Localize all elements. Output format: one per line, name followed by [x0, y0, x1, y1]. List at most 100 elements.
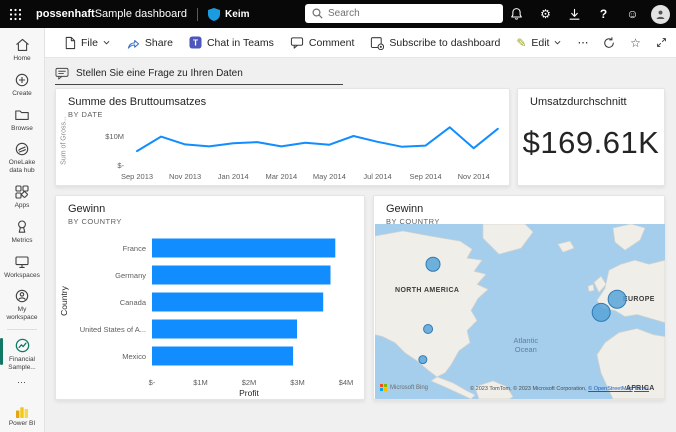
create-plus-icon — [14, 72, 30, 88]
bar-united-states-of-a[interactable] — [152, 320, 297, 339]
owner-chip[interactable]: Keim — [208, 8, 249, 21]
svg-text:Mexico: Mexico — [122, 352, 146, 361]
svg-text:Sep 2013: Sep 2013 — [121, 172, 153, 181]
subscribe-label: Subscribe to dashboard — [389, 37, 500, 49]
sidebar-label: Create — [12, 90, 32, 98]
comment-icon — [290, 36, 304, 49]
microsoft-logo — [380, 384, 387, 391]
edit-button[interactable]: ✎ Edit — [508, 33, 569, 53]
tile-profit-map[interactable]: Gewinn BY COUNTRY — [373, 195, 665, 400]
svg-text:$1M: $1M — [193, 378, 208, 387]
sidebar-label: Workspaces — [4, 272, 40, 280]
chat-in-teams-button[interactable]: T Chat in Teams — [181, 33, 282, 52]
map-bubble-united-states-of-america[interactable] — [424, 324, 433, 333]
svg-text:Sep 2014: Sep 2014 — [410, 172, 442, 181]
sidebar-label: Financial Sample... — [2, 356, 42, 372]
settings-gear-icon[interactable]: ⚙ — [531, 8, 560, 20]
sidebar-label: OneLake data hub — [2, 159, 42, 175]
dashboard-title: possenhaftSample dashboard — [36, 8, 187, 20]
bar-canada[interactable] — [152, 293, 323, 312]
teams-icon: T — [189, 36, 202, 49]
subscribe-button[interactable]: Subscribe to dashboard — [362, 33, 508, 53]
download-icon[interactable] — [560, 8, 589, 21]
notifications-icon[interactable] — [502, 7, 531, 21]
left-nav-sidebar: Home Create Browse OneLake data hub Apps — [0, 28, 45, 432]
file-label: File — [81, 37, 98, 49]
tile-title: Gewinn — [386, 203, 423, 215]
edit-label: Edit — [531, 37, 549, 49]
tile-gross-sales-line-chart[interactable]: Summe des Bruttoumsatzes BY DATE Sum of … — [55, 88, 510, 186]
qna-bubble-icon — [55, 67, 69, 80]
file-menu-button[interactable]: File — [55, 33, 118, 53]
search-placeholder: Search — [328, 8, 360, 19]
more-options-button[interactable]: ⋯ — [569, 33, 597, 52]
svg-text:$3M: $3M — [290, 378, 305, 387]
qna-input[interactable]: Stellen Sie eine Frage zu Ihren Daten — [55, 67, 343, 85]
header-actions: ⚙ ? ☺ — [502, 0, 670, 28]
top-header: possenhaftSample dashboard Keim Search — [0, 0, 676, 28]
favorite-star-icon[interactable]: ☆ — [623, 36, 647, 50]
comment-button[interactable]: Comment — [282, 33, 363, 52]
sidebar-item-my-workspace[interactable]: My workspace — [0, 284, 44, 327]
comment-label: Comment — [309, 37, 355, 49]
bar-mexico[interactable] — [152, 347, 293, 366]
sidebar-item-metrics[interactable]: Metrics — [0, 215, 44, 250]
tile-title: Umsatzdurchschnitt — [530, 96, 627, 108]
map-bubble-france[interactable] — [592, 303, 610, 321]
sidebar-item-workspaces[interactable]: Workspaces — [0, 250, 44, 285]
svg-text:United States of A...: United States of A... — [80, 325, 146, 334]
toolbar-right-actions: ☆ — [597, 36, 673, 50]
map-bubble-canada[interactable] — [426, 257, 440, 271]
svg-text:$10M: $10M — [105, 132, 124, 141]
metrics-trophy-icon — [14, 219, 30, 235]
sidebar-item-onelake-data-hub[interactable]: OneLake data hub — [0, 137, 44, 180]
sidebar-item-create[interactable]: Create — [0, 68, 44, 103]
feedback-smiley-icon[interactable]: ☺ — [618, 8, 647, 20]
bar-france[interactable] — [152, 239, 335, 258]
apps-grid-icon — [14, 184, 30, 200]
bar-germany[interactable] — [152, 266, 331, 285]
refresh-icon[interactable] — [597, 37, 621, 49]
svg-text:Jan 2014: Jan 2014 — [218, 172, 249, 181]
sidebar-item-home[interactable]: Home — [0, 33, 44, 68]
sidebar-item-financial-sample[interactable]: Financial Sample... — [0, 333, 44, 377]
share-button[interactable]: Share — [118, 33, 181, 53]
owner-shield-icon — [208, 8, 220, 21]
account-avatar[interactable] — [651, 5, 670, 24]
map-label-ocean: Ocean — [515, 345, 537, 354]
subscribe-icon — [370, 36, 384, 50]
map-bubble-mexico[interactable] — [419, 356, 427, 364]
header-divider — [197, 8, 198, 21]
expand-fullscreen-icon[interactable] — [649, 37, 673, 48]
tile-revenue-average-card[interactable]: Umsatzdurchschnitt $169.61K — [517, 88, 665, 186]
svg-text:$-: $- — [117, 161, 124, 170]
map-bubble-germany[interactable] — [608, 290, 626, 308]
svg-text:Mar 2014: Mar 2014 — [265, 172, 297, 181]
edit-pencil-icon: ✎ — [516, 36, 526, 50]
share-label: Share — [145, 37, 173, 49]
kpi-value: $169.61K — [518, 125, 664, 161]
chevron-down-icon — [554, 40, 561, 45]
openstreetmap-link[interactable]: © OpenStreetMap — [588, 386, 632, 392]
search-input[interactable]: Search — [305, 4, 503, 23]
home-icon — [14, 37, 31, 53]
sidebar-more-icon[interactable]: ⋯ — [17, 377, 27, 392]
app-launcher-icon[interactable] — [9, 8, 22, 21]
tile-profit-bar-chart[interactable]: Gewinn BY COUNTRY Country $-$1M$2M$3M$4M… — [55, 195, 365, 400]
map-canvas[interactable]: NORTH AMERICAEUROPEAFRICAAtlanticOcean M… — [375, 224, 665, 399]
owner-name: Keim — [225, 9, 249, 20]
qna-placeholder: Stellen Sie eine Frage zu Ihren Daten — [76, 68, 243, 79]
svg-text:T: T — [193, 37, 198, 47]
sidebar-item-apps[interactable]: Apps — [0, 180, 44, 215]
gross-sales-line-series[interactable] — [137, 127, 498, 151]
sidebar-item-browse[interactable]: Browse — [0, 103, 44, 138]
workspaces-monitor-icon — [14, 254, 30, 270]
svg-text:Jul 2014: Jul 2014 — [363, 172, 391, 181]
map-label-ocean: Atlantic — [514, 336, 539, 345]
report-icon — [14, 337, 31, 354]
chat-label: Chat in Teams — [207, 37, 274, 49]
help-icon[interactable]: ? — [589, 8, 618, 20]
svg-text:Nov 2014: Nov 2014 — [458, 172, 490, 181]
terms-link[interactable]: Terms — [634, 386, 649, 392]
search-icon — [312, 8, 323, 19]
